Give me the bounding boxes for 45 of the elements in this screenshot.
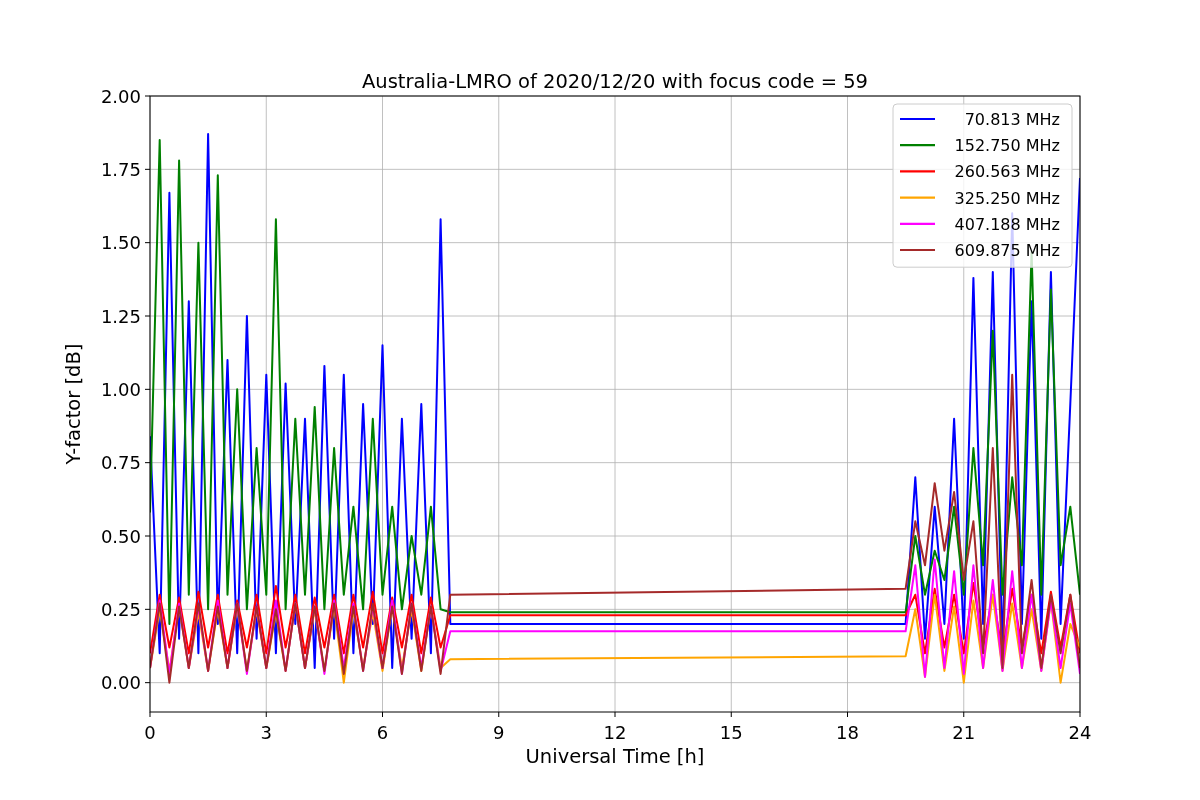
legend-label: 260.563 MHz [954,162,1060,182]
tick-mark [614,711,616,718]
tick-label: 18 [836,722,859,743]
tick-mark [144,315,151,317]
tick-label: 0.75 [100,452,141,474]
tick-mark [730,711,732,718]
legend-label: 152.750 MHz [954,136,1060,156]
chart-title: Australia-LMRO of 2020/12/20 with focus code = 59 [362,70,868,93]
legend-label: 70.813 MHz [964,110,1060,129]
tick-label: 0.00 [100,672,141,694]
tick-mark [144,682,151,684]
tick-mark [144,95,151,97]
tick-label: 21 [952,722,976,743]
tick-label: 0.25 [100,598,141,620]
tick-label: 15 [719,722,743,743]
tick-label: 0 [144,722,156,743]
tick-mark [149,711,151,718]
tick-mark [847,711,848,718]
tick-label: 9 [493,722,505,743]
tick-label: 0.50 [100,525,141,547]
tick-label: 1.50 [100,232,141,254]
tick-mark [144,242,151,244]
tick-label: 6 [376,722,389,743]
tick-label: 12 [603,722,627,743]
tick-mark [144,535,151,537]
tick-mark [144,608,151,610]
tick-mark [265,711,267,718]
tick-mark [382,711,383,718]
tick-mark [1079,711,1081,718]
legend-label: 407.188 MHz [954,214,1060,234]
tick-mark [963,711,965,718]
tick-mark [144,168,151,170]
tick-label: 3 [260,722,272,743]
tick-label: 2.00 [100,85,141,107]
legend-label: 325.250 MHz [954,188,1060,208]
tick-mark [144,388,151,390]
tick-label: 1.25 [100,305,141,327]
legend-label: 609.875 MHz [954,241,1060,260]
tick-mark [498,711,500,718]
axis-label: Universal Time [h] [525,745,705,768]
tick-label: 1.00 [100,378,141,400]
tick-label: 1.75 [100,158,141,180]
axis-label: Y-factor [dB] [62,343,85,465]
tick-mark [144,462,151,464]
tick-label: 24 [1068,722,1092,743]
